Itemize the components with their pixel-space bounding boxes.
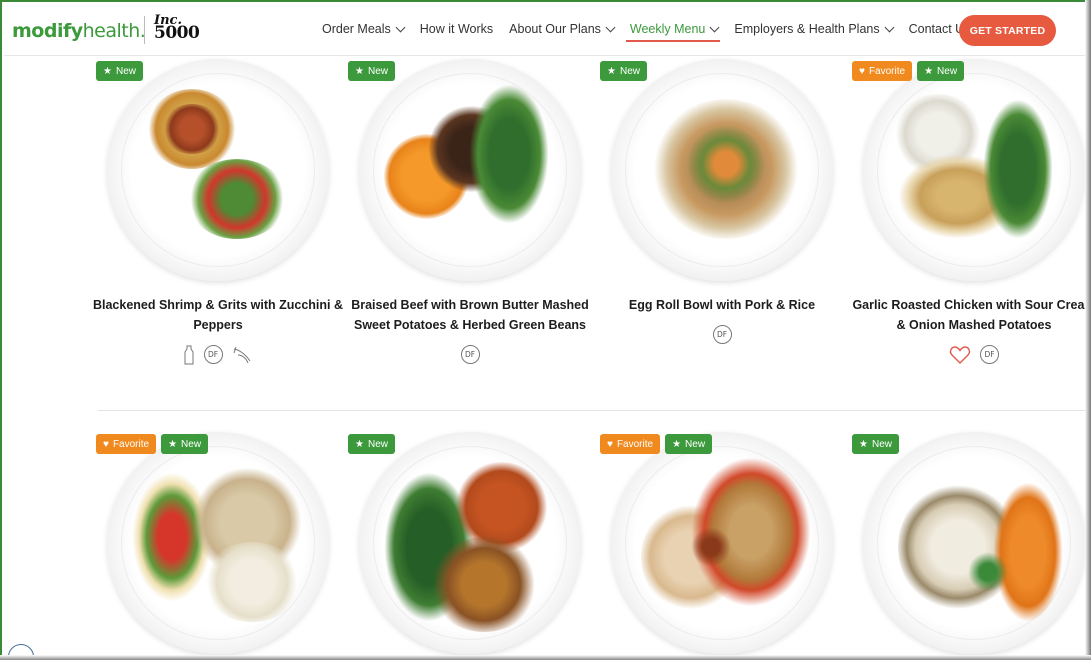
star-icon: ★ <box>607 65 616 77</box>
badge-group: ★ New <box>852 434 899 454</box>
meal-title[interactable]: Blackened Shrimp & Grits with Zucchini &… <box>92 295 344 335</box>
heart-icon: ♥ <box>607 438 613 450</box>
badge-group: ★ New <box>600 61 647 81</box>
nav-about-our-plans[interactable]: About Our Plans <box>509 22 616 36</box>
diet-tags: DF <box>344 345 596 364</box>
chevron-down-icon <box>395 22 406 32</box>
nav-label: About Our Plans <box>509 22 601 36</box>
nav-label: Weekly Menu <box>629 22 706 36</box>
dairy-free-icon: DF <box>712 325 732 344</box>
dairy-free-icon: DF <box>980 345 999 364</box>
new-badge: ★ New <box>348 61 395 81</box>
star-icon: ★ <box>168 438 178 450</box>
star-icon: ★ <box>355 438 364 450</box>
star-icon: ★ <box>103 65 112 77</box>
site-header: modifyhealth. Inc. 5000 Order Meals How … <box>4 4 1086 56</box>
badge-group: ★ New <box>348 434 395 454</box>
nav-label: How it Works <box>419 22 494 36</box>
chevron-down-icon <box>884 22 895 32</box>
nav-weekly-menu[interactable]: Weekly Menu <box>625 22 720 42</box>
star-icon: ★ <box>924 65 934 77</box>
heart-outline-icon[interactable] <box>949 345 971 365</box>
badge-label: New <box>181 438 202 450</box>
new-badge: ★ New <box>665 434 713 454</box>
star-icon: ★ <box>859 438 868 450</box>
meal-title[interactable]: Egg Roll Bowl with Pork & Rice <box>596 295 848 315</box>
star-icon: ★ <box>672 438 682 450</box>
meal-image[interactable] <box>359 432 581 654</box>
nav-how-it-works[interactable]: How it Works <box>420 22 493 36</box>
nav-employers-health-plans[interactable]: Employers & Health Plans <box>734 22 895 36</box>
window-shadow-bottom <box>0 655 1091 660</box>
badge-label: Favorite <box>868 65 906 77</box>
meal-image[interactable] <box>359 59 581 281</box>
new-badge: ★ New <box>852 434 899 454</box>
main-nav: Order Meals How it Works About Our Plans… <box>322 22 986 42</box>
new-badge: ★ New <box>348 434 395 454</box>
dairy-free-icon: DF <box>203 345 223 364</box>
favorite-badge: ♥ Favorite <box>96 434 157 454</box>
diet-tags: DF <box>596 325 848 344</box>
logo-text-light: health. <box>82 20 146 42</box>
badge-group: ♥ Favorite ★ New <box>600 434 713 454</box>
nav-label: Employers & Health Plans <box>734 22 880 36</box>
meal-image[interactable] <box>107 432 329 654</box>
new-badge: ★ New <box>917 61 965 81</box>
badge-label: New <box>871 438 892 450</box>
heart-icon: ♥ <box>859 65 865 77</box>
new-badge: ★ New <box>161 434 209 454</box>
badge-label: Favorite <box>112 438 150 450</box>
meal-title[interactable]: Braised Beef with Brown Butter Mashed Sw… <box>344 295 596 335</box>
badge-label: Favorite <box>616 438 654 450</box>
badge-label: New <box>619 65 640 77</box>
badge-label: New <box>367 438 388 450</box>
get-started-button[interactable]: GET STARTED <box>959 15 1056 46</box>
milk-icon <box>184 345 193 365</box>
inc-logo-line2: 5000 <box>154 23 200 43</box>
dairy-free-icon: DF <box>460 345 480 364</box>
badge-group: ♥ Favorite ★ New <box>852 61 965 81</box>
meal-title[interactable]: Garlic Roasted Chicken with Sour Cream &… <box>848 295 1089 335</box>
chevron-down-icon <box>605 22 616 32</box>
modifyhealth-logo[interactable]: modifyhealth. <box>12 20 146 42</box>
meal-image[interactable] <box>611 432 833 654</box>
new-badge: ★ New <box>600 61 647 81</box>
heart-icon: ♥ <box>103 438 109 450</box>
badge-label: New <box>685 438 706 450</box>
diet-tags: DF <box>848 345 1089 365</box>
badge-group: ★ New <box>348 61 395 81</box>
diet-tags: DF <box>92 345 344 365</box>
badge-label: New <box>937 65 958 77</box>
badge-label: New <box>367 65 388 77</box>
window-shadow-right <box>1085 0 1091 660</box>
fish-icon <box>233 346 250 364</box>
meal-image[interactable] <box>863 432 1085 654</box>
nav-label: Order Meals <box>322 22 391 36</box>
logo-divider <box>144 16 145 44</box>
badge-label: New <box>115 65 136 77</box>
page-frame: modifyhealth. Inc. 5000 Order Meals How … <box>0 0 1091 660</box>
favorite-badge: ♥ Favorite <box>600 434 661 454</box>
inc-5000-logo: Inc. 5000 <box>154 14 200 43</box>
meal-image[interactable] <box>107 59 329 281</box>
badge-group: ★ New <box>96 61 143 81</box>
favorite-badge: ♥ Favorite <box>852 61 913 81</box>
logo-text-bold: modify <box>12 20 83 42</box>
meal-image[interactable] <box>611 59 833 281</box>
badge-group: ♥ Favorite ★ New <box>96 434 209 454</box>
row-divider <box>98 410 1088 411</box>
star-icon: ★ <box>355 65 364 77</box>
nav-order-meals[interactable]: Order Meals <box>322 22 406 36</box>
chevron-down-icon <box>709 22 720 32</box>
new-badge: ★ New <box>96 61 143 81</box>
meal-image[interactable] <box>863 59 1085 281</box>
